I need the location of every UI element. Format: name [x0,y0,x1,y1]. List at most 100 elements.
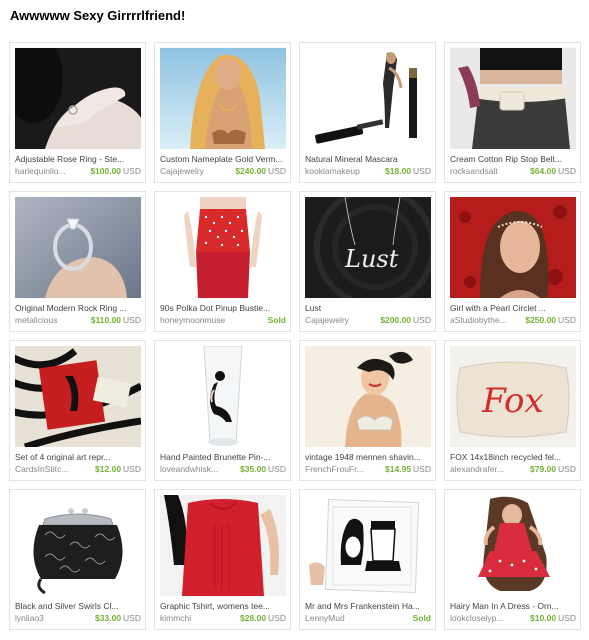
listing-title[interactable]: vintage 1948 mennen shavin... [305,452,431,462]
listing-card[interactable]: Original Modern Rock Ring ... metaliciou… [9,191,146,332]
shop-name[interactable]: loveandwhisk... [160,464,218,474]
listing-price: $250.00 USD [525,315,576,325]
listing-card[interactable]: Black and Silver Swirls Cl... lynliao3 $… [9,489,146,630]
listing-thumbnail[interactable] [305,495,431,596]
listing-card[interactable]: Custom Nameplate Gold Verm... Cajajewelr… [154,42,291,183]
shop-name[interactable]: metalicious [15,315,58,325]
listing-price: $18.00 USD [385,166,431,176]
mascara-image [305,48,431,149]
listing-title[interactable]: Original Modern Rock Ring ... [15,303,141,313]
red-tshirt-image [160,495,286,596]
listing-price: $10.00 USD [530,613,576,623]
listing-card[interactable]: Adjustable Rose Ring - Ste... harlequinl… [9,42,146,183]
fox-pillow-image: Fox [450,346,576,447]
listing-price: $35.00 USD [240,464,286,474]
shop-name[interactable]: FrenchFrouFr... [305,464,364,474]
listing-thumbnail[interactable] [160,495,286,596]
portrait-painting-image [450,197,576,298]
listing-title[interactable]: Natural Mineral Mascara [305,154,431,164]
listing-thumbnail[interactable] [160,346,286,447]
listing-thumbnail[interactable] [160,197,286,298]
listing-price: $110.00 USD [90,315,141,325]
listing-title[interactable]: Graphic Tshirt, womens tee... [160,601,286,611]
listing-card[interactable]: Cream Cotton Rip Stop Belt... rocksandsa… [444,42,581,183]
listing-title[interactable]: FOX 14x18inch recycled fel... [450,452,576,462]
polka-dot-top-image [160,197,286,298]
listing-thumbnail[interactable] [450,48,576,149]
listing-price: $12.00 USD [95,464,141,474]
diamond-ring-image [15,197,141,298]
shop-name[interactable]: lookcloselyp... [450,613,503,623]
listing-thumbnail[interactable] [450,197,576,298]
ornament-image [450,495,576,596]
listing-card[interactable]: Girl with a Pearl Circlet ... aStudiobyt… [444,191,581,332]
shop-name[interactable]: kooklamakeup [305,166,360,176]
listing-title[interactable]: Black and Silver Swirls Cl... [15,601,141,611]
shop-name[interactable]: lynliao3 [15,613,44,623]
listing-thumbnail[interactable] [305,48,431,149]
shop-name[interactable]: harlequinlio... [15,166,66,176]
shop-name[interactable]: aStudiobythe... [450,315,507,325]
listing-price: $240.00 USD [235,166,286,176]
shop-name[interactable]: rocksandsalt [450,166,498,176]
listing-thumbnail[interactable] [15,495,141,596]
shop-name[interactable]: CardsInStitc... [15,464,68,474]
vintage-pinup-image [305,346,431,447]
listing-card[interactable]: Mr and Mrs Frankenstein Ha... LennyMud S… [299,489,436,630]
lust-necklace-image: Lust [305,197,431,298]
listing-thumbnail[interactable] [15,197,141,298]
listing-price: $14.95 USD [385,464,431,474]
listing-thumbnail[interactable] [15,346,141,447]
listing-price: $64.00 USD [530,166,576,176]
listing-card[interactable]: vintage 1948 mennen shavin... FrenchFrou… [299,340,436,481]
listing-title[interactable]: Mr and Mrs Frankenstein Ha... [305,601,431,611]
listing-title[interactable]: Hand Painted Brunette Pin-... [160,452,286,462]
listing-title[interactable]: Custom Nameplate Gold Verm... [160,154,286,164]
pillow-lettering: Fox [481,381,543,421]
listing-title[interactable]: Adjustable Rose Ring - Ste... [15,154,141,164]
listing-card[interactable]: Hand Painted Brunette Pin-... loveandwhi… [154,340,291,481]
listing-thumbnail[interactable] [160,48,286,149]
listing-card[interactable]: Set of 4 original art repr... CardsInSti… [9,340,146,481]
frankenstein-plate-image [305,495,431,596]
bikini-model-image [160,48,286,149]
belt-image [450,48,576,149]
shop-name[interactable]: alexandrafer... [450,464,504,474]
listing-title[interactable]: Hairy Man In A Dress - Orn... [450,601,576,611]
listing-card[interactable]: Fox FOX 14x18inch recycled fel... alexan… [444,340,581,481]
listing-title[interactable]: Cream Cotton Rip Stop Belt... [450,154,576,164]
listing-thumbnail[interactable]: Lust [305,197,431,298]
listing-card[interactable]: Hairy Man In A Dress - Orn... lookclosel… [444,489,581,630]
listing-title[interactable]: Lust [305,303,431,313]
listing-price: $28.00 USD [240,613,286,623]
listing-card[interactable]: Graphic Tshirt, womens tee... kimmchi $2… [154,489,291,630]
listing-card[interactable]: Lust Lust Cajajewelry $200.00 USD [299,191,436,332]
listing-card[interactable]: Natural Mineral Mascara kooklamakeup $18… [299,42,436,183]
treasury-title: Awwwww Sexy Girrrrlfriend! [10,8,186,23]
listing-title[interactable]: Set of 4 original art repr... [15,452,141,462]
sold-label: Sold [412,613,431,623]
clutch-purse-image [15,495,141,596]
listing-title[interactable]: Girl with a Pearl Circlet ... [450,303,576,313]
listing-price: $100.00 USD [90,166,141,176]
shop-name[interactable]: Cajajewelry [160,166,204,176]
listing-price: $200.00 USD [380,315,431,325]
painted-glass-image [160,346,286,447]
necklace-script-image: Lust [344,245,399,273]
listing-thumbnail[interactable] [15,48,141,149]
shop-name[interactable]: kimmchi [160,613,191,623]
shop-name[interactable]: Cajajewelry [305,315,349,325]
art-cards-image [15,346,141,447]
ring-hand-image [15,48,141,149]
listing-thumbnail[interactable]: Fox [450,346,576,447]
listing-price: $33.00 USD [95,613,141,623]
shop-name[interactable]: honeymoonmuse [160,315,225,325]
shop-name[interactable]: LennyMud [305,613,345,623]
treasury-grid: Adjustable Rose Ring - Ste... harlequinl… [9,42,581,630]
listing-title[interactable]: 90s Polka Dot Pinup Bustie... [160,303,286,313]
listing-price: $79.00 USD [530,464,576,474]
listing-thumbnail[interactable] [305,346,431,447]
sold-label: Sold [267,315,286,325]
listing-card[interactable]: 90s Polka Dot Pinup Bustie... honeymoonm… [154,191,291,332]
listing-thumbnail[interactable] [450,495,576,596]
